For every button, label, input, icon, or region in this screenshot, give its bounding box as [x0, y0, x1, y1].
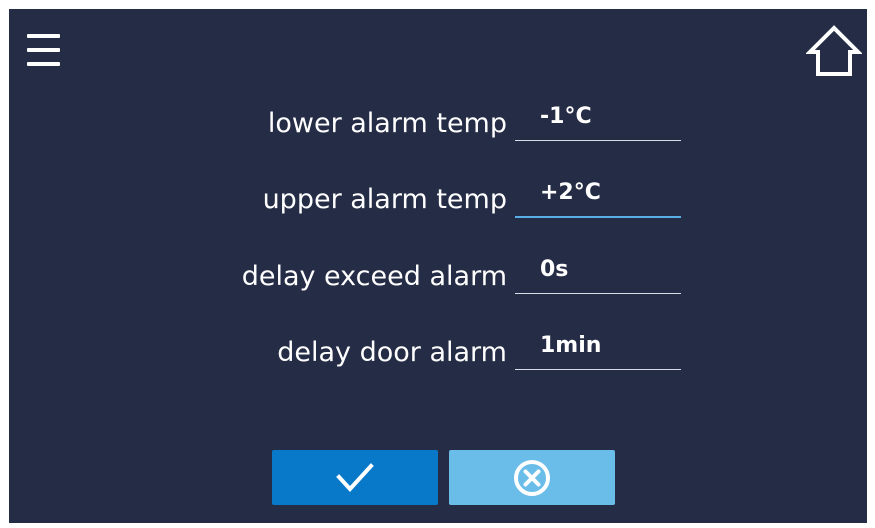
field-row-lower-alarm-temp: lower alarm temp -1°C: [9, 94, 867, 154]
checkmark-icon: [336, 462, 374, 492]
upper-alarm-temp-value: +2°C: [540, 180, 601, 205]
field-row-delay-door-alarm: delay door alarm 1min: [9, 323, 867, 383]
circle-x-icon: [514, 459, 550, 496]
lower-alarm-temp-value: -1°C: [540, 104, 592, 129]
delay-exceed-alarm-input[interactable]: 0s: [515, 255, 681, 294]
delay-exceed-alarm-value: 0s: [540, 257, 569, 282]
settings-screen: lower alarm temp -1°C upper alarm temp +…: [9, 9, 867, 523]
delay-door-alarm-label: delay door alarm: [277, 337, 507, 368]
home-icon[interactable]: [805, 24, 863, 78]
confirm-button[interactable]: [272, 450, 438, 505]
upper-alarm-temp-label: upper alarm temp: [262, 184, 507, 215]
upper-alarm-temp-input[interactable]: +2°C: [515, 178, 681, 218]
delay-exceed-alarm-label: delay exceed alarm: [241, 261, 507, 292]
delay-door-alarm-value: 1min: [540, 333, 602, 358]
field-row-upper-alarm-temp: upper alarm temp +2°C: [9, 170, 867, 230]
delay-door-alarm-input[interactable]: 1min: [515, 331, 681, 370]
cancel-button[interactable]: [449, 450, 615, 505]
field-row-delay-exceed-alarm: delay exceed alarm 0s: [9, 247, 867, 307]
lower-alarm-temp-input[interactable]: -1°C: [515, 102, 681, 141]
lower-alarm-temp-label: lower alarm temp: [267, 108, 507, 139]
hamburger-menu-icon[interactable]: [27, 31, 60, 69]
